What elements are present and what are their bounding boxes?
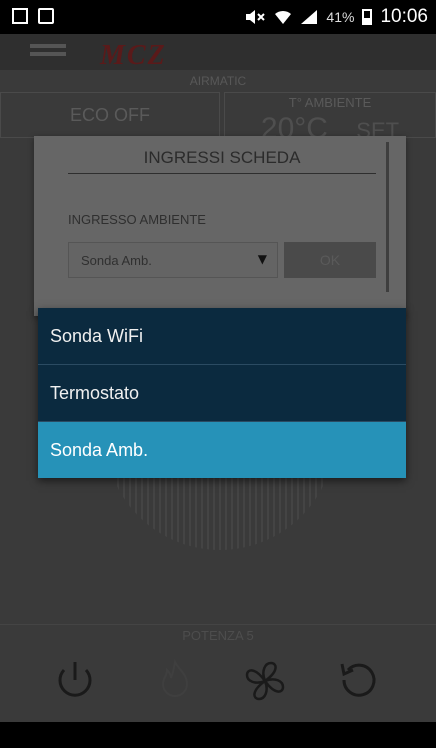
- option-sonda-amb-selected[interactable]: Sonda Amb.: [38, 422, 406, 478]
- power-level-label: POTENZA 5: [0, 624, 436, 647]
- app-screen: 41% 10:06 MCZ AIRMATIC ECO OFF T° AMBIEN…: [0, 0, 436, 748]
- eco-status[interactable]: ECO OFF: [0, 92, 220, 138]
- bottom-toolbar: [0, 646, 436, 720]
- ok-button[interactable]: OK: [284, 242, 376, 278]
- dialog-title: INGRESSI SCHEDA: [143, 148, 301, 167]
- select-dropdown: Sonda WiFi Termostato Sonda Amb.: [38, 308, 406, 478]
- status-row: ECO OFF T° AMBIENTE 20°C SET: [0, 92, 436, 145]
- clipboard-icon: [38, 8, 54, 24]
- option-sonda-wifi[interactable]: Sonda WiFi: [38, 308, 406, 364]
- fan-icon[interactable]: [242, 658, 288, 704]
- reset-icon[interactable]: [334, 658, 380, 704]
- signal-icon: [301, 10, 318, 24]
- title-divider: [68, 173, 376, 174]
- status-bar: 41% 10:06: [0, 0, 436, 34]
- dropdown-arrow-icon: ▼: [257, 252, 267, 266]
- wifi-icon: [275, 10, 292, 24]
- power-icon[interactable]: [52, 658, 98, 704]
- system-icons: 41% 10:06: [244, 6, 428, 28]
- section-label: AIRMATIC: [189, 74, 247, 88]
- ambient-panel[interactable]: T° AMBIENTE 20°C SET: [224, 92, 436, 145]
- image-icon: [12, 8, 28, 24]
- app-header: MCZ: [0, 34, 436, 71]
- select-value: Sonda Amb.: [81, 253, 152, 268]
- notification-icons: [12, 8, 54, 24]
- menu-icon[interactable]: [30, 44, 66, 48]
- inputs-dialog: INGRESSI SCHEDA INGRESSO AMBIENTE Sonda …: [34, 136, 406, 316]
- brand-logo: MCZ: [100, 40, 167, 71]
- dialog-scrollbar[interactable]: [386, 142, 389, 292]
- ambient-input-select[interactable]: Sonda Amb. ▼: [68, 242, 278, 278]
- field-label: INGRESSO AMBIENTE: [68, 212, 206, 227]
- system-nav-bar: [0, 722, 436, 748]
- option-termostato[interactable]: Termostato: [38, 365, 406, 421]
- battery-percent: 41%: [326, 9, 355, 25]
- ambient-label: T° AMBIENTE: [288, 95, 372, 110]
- clock: 10:06: [380, 6, 428, 27]
- battery-icon: [362, 9, 373, 25]
- flame-icon[interactable]: [152, 658, 198, 704]
- mute-icon: [246, 10, 266, 24]
